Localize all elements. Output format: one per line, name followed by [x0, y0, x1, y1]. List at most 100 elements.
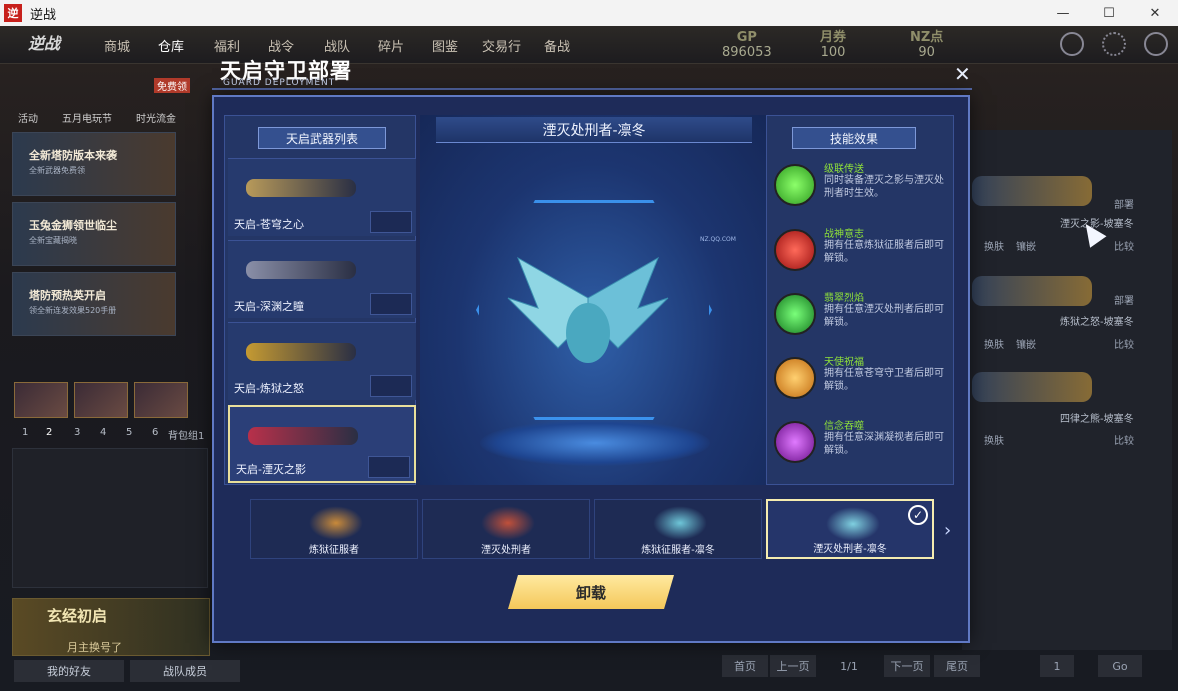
- skill-name: 翡翠烈焰: [824, 293, 864, 304]
- pager-next[interactable]: 下一页: [884, 655, 930, 677]
- compare-button[interactable]: 比较: [1114, 336, 1134, 351]
- page-number[interactable]: 4: [100, 427, 106, 438]
- shortcut-time-gold[interactable]: 时光流金: [136, 110, 176, 125]
- pager-last[interactable]: 尾页: [934, 655, 980, 677]
- page-number[interactable]: 6: [152, 427, 158, 438]
- skill-item: 天使祝福 拥有任意苍穹守卫者后即可解锁。: [772, 353, 948, 411]
- skill-header: 技能效果: [792, 127, 916, 149]
- summon-thumbnail: [370, 375, 412, 397]
- power-icon[interactable]: [1144, 32, 1168, 56]
- deploy-button[interactable]: 部署: [1114, 196, 1134, 211]
- promo-card[interactable]: 玉兔金狮领世临尘 全新宝藏揭晓: [12, 202, 176, 266]
- reskin-button[interactable]: 换肤: [984, 336, 1004, 351]
- flame-icon: [774, 293, 816, 335]
- pager-first[interactable]: 首页: [722, 655, 768, 677]
- deploy-button[interactable]: 部署: [1114, 292, 1134, 307]
- currency-nz-value: 90: [918, 45, 935, 60]
- nav-tab-trade[interactable]: 交易行: [482, 36, 521, 55]
- pager-go[interactable]: Go: [1098, 655, 1142, 677]
- shortcut-activity[interactable]: 活动: [18, 110, 38, 125]
- summon-option[interactable]: 炼狱征服者: [250, 499, 418, 559]
- bag-group-label[interactable]: 背包组1: [168, 427, 204, 442]
- summon-option[interactable]: 炼狱征服者-凛冬: [594, 499, 762, 559]
- weapon-image: [246, 343, 356, 361]
- summon-image: [653, 506, 707, 540]
- weapon-list-item-name: 天启-炼狱之怒: [234, 382, 304, 395]
- avatar[interactable]: [134, 382, 188, 418]
- pager-input[interactable]: 1: [1040, 655, 1074, 677]
- nav-tab-warehouse[interactable]: 仓库: [158, 36, 184, 55]
- inventory-grid[interactable]: [12, 448, 208, 588]
- radar-icon[interactable]: [1060, 32, 1084, 56]
- currency-gp: GP 896053: [722, 30, 772, 60]
- currency-gp-value: 896053: [722, 45, 772, 60]
- summon-image: [309, 506, 363, 540]
- weapon-list-item[interactable]: 天启-苍穹之心: [228, 158, 416, 236]
- weapon-list-item-selected[interactable]: 天启-湮灭之影: [228, 405, 416, 483]
- window-titlebar: 逆 逆战 — ☐ ✕: [0, 0, 1178, 26]
- banner-title: 玄经初启: [47, 607, 108, 625]
- weapon-list-item[interactable]: 天启-深渊之瞳: [228, 240, 416, 318]
- close-icon[interactable]: ✕: [954, 62, 971, 86]
- nav-tab-battlepass[interactable]: 战令: [268, 36, 294, 55]
- weapon-image[interactable]: [972, 176, 1092, 206]
- currency-nz-label: NZ点: [910, 30, 944, 45]
- nav-tab-shop[interactable]: 商城: [104, 36, 130, 55]
- weapon-image[interactable]: [972, 276, 1092, 306]
- skill-name: 级联传送: [824, 164, 864, 175]
- skill-item: 翡翠烈焰 拥有任意湮灭处刑者后即可解锁。: [772, 289, 948, 347]
- weapon-list-item[interactable]: 天启-炼狱之怒: [228, 322, 416, 400]
- next-arrow-icon[interactable]: ›: [944, 520, 951, 541]
- gear-icon[interactable]: [1102, 32, 1126, 56]
- summon-option[interactable]: 湮灭处刑者: [422, 499, 590, 559]
- close-window-button[interactable]: ✕: [1132, 0, 1178, 26]
- summon-thumbnail: [370, 211, 412, 233]
- unload-button[interactable]: 卸载: [508, 575, 674, 609]
- summon-image: [826, 507, 880, 541]
- weapon-image: [248, 427, 358, 445]
- pager-prev[interactable]: 上一页: [770, 655, 816, 677]
- event-banner[interactable]: 玄经初启 月主换号了: [12, 598, 210, 656]
- free-badge: 免费领: [154, 78, 190, 93]
- page-number[interactable]: 2: [46, 427, 52, 438]
- summon-option-label: 湮灭处刑者-凛冬: [813, 544, 887, 555]
- page-number[interactable]: 5: [126, 427, 132, 438]
- summon-option-selected[interactable]: 湮灭处刑者-凛冬 ✓: [766, 499, 934, 559]
- nav-tab-prepare[interactable]: 备战: [544, 36, 570, 55]
- shortcut-game-festival[interactable]: 五月电玩节: [62, 110, 112, 125]
- weapon-name: 炼狱之怒-坡塞冬: [1060, 317, 1134, 328]
- skill-item: 信念吞噬 拥有任意深渊凝视者后即可解锁。: [772, 417, 948, 475]
- reskin-button[interactable]: 换肤: [984, 432, 1004, 447]
- pager-info: 1/1: [840, 659, 858, 673]
- summon-image: [481, 506, 535, 540]
- weapon-image[interactable]: [972, 372, 1092, 402]
- avatar[interactable]: [74, 382, 128, 418]
- nav-tab-fragments[interactable]: 碎片: [378, 36, 404, 55]
- nav-tab-team[interactable]: 战队: [324, 36, 350, 55]
- team-members-tab[interactable]: 战队成员: [130, 660, 240, 682]
- summon-model: [498, 238, 678, 388]
- avatar[interactable]: [14, 382, 68, 418]
- nav-tab-welfare[interactable]: 福利: [214, 36, 240, 55]
- promo-card[interactable]: 全新塔防版本来袭 全新武器免费领: [12, 132, 176, 196]
- compare-button[interactable]: 比较: [1114, 238, 1134, 253]
- friends-tab[interactable]: 我的好友: [14, 660, 124, 682]
- page-number[interactable]: 3: [74, 427, 80, 438]
- reskin-button[interactable]: 换肤: [984, 238, 1004, 253]
- minimize-button[interactable]: —: [1040, 0, 1086, 26]
- fist-icon: [774, 229, 816, 271]
- page-number[interactable]: 1: [22, 427, 28, 438]
- summon-option-label: 湮灭处刑者: [481, 545, 531, 556]
- inlay-button[interactable]: 镶嵌: [1016, 238, 1036, 253]
- maximize-button[interactable]: ☐: [1086, 0, 1132, 26]
- skill-name: 天使祝福: [824, 357, 864, 368]
- inlay-button[interactable]: 镶嵌: [1016, 336, 1036, 351]
- compare-button[interactable]: 比较: [1114, 432, 1134, 447]
- weapon-name: 四律之熊-坡塞冬: [1060, 414, 1134, 425]
- promo-card[interactable]: 塔防预热英开启 领全新连发效果520手册: [12, 272, 176, 336]
- promo-sub: 领全新连发效果520手册: [29, 306, 117, 315]
- modal-header-line: [212, 88, 972, 90]
- nav-tab-codex[interactable]: 图鉴: [432, 36, 458, 55]
- window-title: 逆战: [30, 7, 57, 23]
- wifi-icon: [774, 164, 816, 206]
